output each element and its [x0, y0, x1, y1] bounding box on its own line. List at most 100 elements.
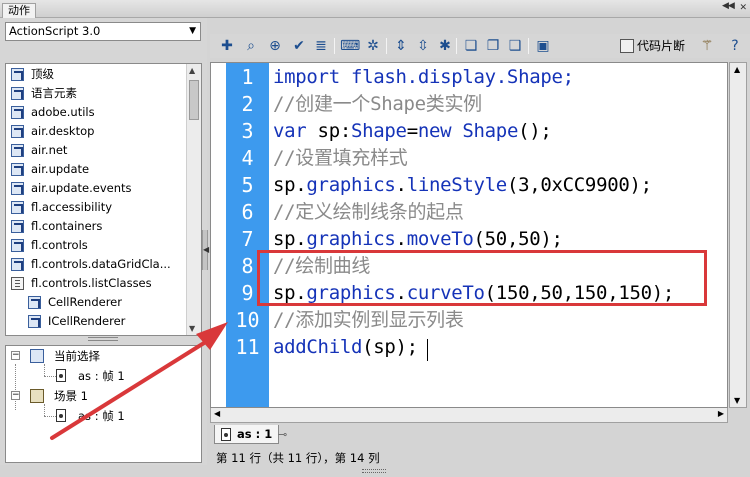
auto-format-icon[interactable]: ≣: [312, 37, 330, 55]
text-caret: [427, 339, 428, 361]
script-editor[interactable]: 1 import flash.display.Shape; 2 //创建一个Shape…: [210, 62, 728, 408]
tree-item[interactable]: 语言元素: [6, 84, 186, 103]
package-icon: [11, 258, 24, 271]
package-tree: 顶级 语言元素 adobe.utils air.desktop air.net air.u…: [5, 63, 202, 336]
scroll-left-icon[interactable]: ◀: [214, 409, 220, 418]
current-selection-label: 当前选择: [54, 349, 100, 363]
script-frame-icon: [221, 428, 231, 441]
code-keyword: graphics: [306, 174, 396, 196]
script-tab[interactable]: as : 1: [214, 425, 280, 444]
tree-item-label: fl.controls: [31, 238, 88, 252]
line-number: 2: [241, 92, 254, 116]
code-line[interactable]: sp.graphics.lineStyle(3,0xCC9900);: [273, 172, 652, 199]
line-number: 4: [241, 146, 254, 170]
help-icon[interactable]: ?: [726, 37, 744, 55]
class-icon: [28, 315, 41, 328]
code-line[interactable]: var sp:Shape=new Shape();: [273, 118, 552, 145]
current-frame-node[interactable]: as : 帧 1: [6, 366, 196, 386]
tree-item[interactable]: air.update: [6, 160, 186, 179]
scene-node[interactable]: − 场景 1: [6, 386, 196, 406]
collapse-selection-icon[interactable]: ⇳: [414, 37, 432, 55]
code-text: =: [406, 120, 418, 142]
apply-block-comment-icon[interactable]: ❏: [462, 37, 480, 55]
code-snippets-label: 代码片断: [637, 39, 686, 53]
tree-item[interactable]: air.update.events: [6, 179, 186, 198]
collapse-toggle-icon[interactable]: −: [11, 391, 20, 400]
code-line[interactable]: //设置填充样式: [273, 145, 408, 172]
check-syntax-icon[interactable]: ✔: [290, 37, 308, 55]
tree-item-label: fl.accessibility: [31, 200, 113, 214]
tree-item[interactable]: fl.accessibility: [6, 198, 186, 217]
code-line[interactable]: //创建一个Shape类实例: [273, 91, 482, 118]
code-line[interactable]: addChild(sp);: [273, 334, 418, 361]
panel-tab-bar: 动作 ◀◀ ✕: [0, 0, 750, 18]
apply-line-comment-icon[interactable]: ❐: [484, 37, 502, 55]
editor-vertical-scrollbar[interactable]: ▲ ▼: [729, 62, 747, 408]
selection-icon: [30, 349, 44, 363]
tree-item-label: fl.containers: [31, 219, 103, 233]
find-icon[interactable]: ⌕: [242, 37, 260, 55]
scroll-up-icon[interactable]: ▲: [734, 65, 740, 74]
code-keyword: flash.display.Shape;: [339, 66, 574, 88]
line-number: 3: [241, 119, 254, 143]
dropdown-arrow-icon[interactable]: ▼: [189, 23, 196, 40]
current-selection-node[interactable]: − 当前选择: [6, 346, 196, 366]
pin-script-icon[interactable]: ⊸: [278, 428, 292, 441]
remove-comment-icon[interactable]: ❑: [506, 37, 524, 55]
collapse-between-braces-icon[interactable]: ⇕: [392, 37, 410, 55]
code-keyword: lineStyle: [406, 174, 508, 196]
tree-item[interactable]: ICellRenderer: [6, 312, 186, 331]
code-text: (3,0xCC9900);: [506, 174, 652, 196]
scroll-right-icon[interactable]: ▶: [718, 409, 724, 418]
tree-scrollbar[interactable]: ▲ ▼: [186, 64, 201, 335]
code-line[interactable]: sp.graphics.moveTo(50,50);: [273, 226, 563, 253]
script-frame-icon: [56, 409, 66, 422]
toolbox-collapse-handle[interactable]: ◀: [202, 230, 209, 270]
tree-item[interactable]: fl.controls.dataGridCla...: [6, 255, 186, 274]
wand-icon[interactable]: ⚚: [698, 37, 716, 55]
actionscript-version-select[interactable]: ActionScript 3.0 ▼: [5, 22, 201, 41]
toolbar-separator: [528, 38, 529, 54]
tree-item[interactable]: fl.containers: [6, 217, 186, 236]
code-snippets-button[interactable]: 代码片断: [620, 37, 685, 55]
scroll-down-icon[interactable]: ▼: [734, 396, 740, 405]
tree-item[interactable]: CellRenderer: [6, 293, 186, 312]
scroll-down-icon[interactable]: ▼: [189, 324, 195, 333]
tree-item[interactable]: fl.controls.listClasses: [6, 274, 186, 293]
code-line[interactable]: //定义绘制线条的起点: [273, 199, 464, 226]
target-path-icon[interactable]: ⊕: [266, 37, 284, 55]
panel-menu-icon[interactable]: ✕: [739, 3, 747, 13]
scene-frame-node[interactable]: as : 帧 1: [6, 406, 196, 426]
code-keyword: graphics: [306, 228, 396, 250]
code-hint-icon[interactable]: ⌨: [340, 37, 360, 55]
code-keyword: Shape: [462, 120, 519, 142]
debug-options-icon[interactable]: ✲: [364, 37, 382, 55]
panel-tab-actions[interactable]: 动作: [2, 3, 36, 18]
tree-item[interactable]: adobe.utils: [6, 103, 186, 122]
collapse-toggle-icon[interactable]: −: [11, 351, 20, 360]
editor-horizontal-scrollbar[interactable]: ◀ ▶: [210, 408, 728, 423]
tree-item[interactable]: 顶级: [6, 65, 186, 84]
tree-item-label: air.update.events: [31, 181, 132, 195]
resize-grip[interactable]: [362, 469, 386, 473]
tree-item[interactable]: air.net: [6, 141, 186, 160]
scene-label: 场景 1: [54, 389, 88, 403]
code-text: sp.: [273, 174, 307, 196]
show-hide-toolbox-icon[interactable]: ▣: [534, 37, 552, 55]
code-line[interactable]: //添加实例到显示列表: [273, 307, 464, 334]
breakpoint-gutter[interactable]: [211, 63, 226, 407]
panel-splitter[interactable]: [88, 337, 118, 341]
tree-item[interactable]: fl.controls: [6, 236, 186, 255]
expand-all-icon[interactable]: ✱: [436, 37, 454, 55]
script-navigator: − 当前选择 as : 帧 1 − 场景 1 as : 帧 1: [5, 345, 202, 463]
toolbar-separator: [334, 38, 335, 54]
tree-item-label: 顶级: [31, 67, 54, 81]
scroll-up-icon[interactable]: ▲: [189, 66, 195, 75]
package-icon: [11, 182, 24, 195]
tree-item[interactable]: air.desktop: [6, 122, 186, 141]
package-icon: [11, 163, 24, 176]
code-line[interactable]: import flash.display.Shape;: [273, 64, 574, 91]
scroll-thumb[interactable]: [189, 80, 199, 120]
add-item-icon[interactable]: ✚: [218, 37, 236, 55]
tree-item-label: CellRenderer: [48, 295, 122, 309]
